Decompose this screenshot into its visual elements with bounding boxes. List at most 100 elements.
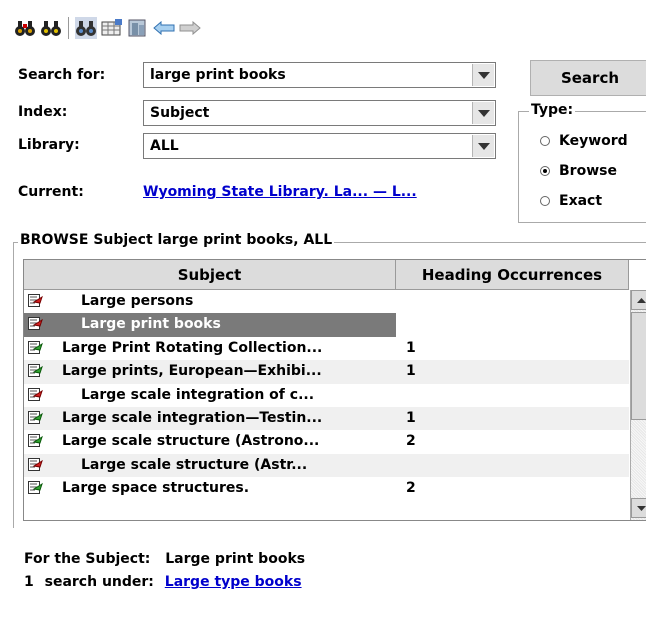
occurrences-cell[interactable]	[396, 453, 629, 478]
search-under-info: 1 search under: Large type books	[24, 574, 302, 590]
subject-cell[interactable]: Large Print Rotating Collection...	[24, 337, 396, 360]
scroll-up-button[interactable]	[631, 290, 646, 310]
subject-text: Large scale structure (Astr...	[81, 456, 308, 473]
subject-cell[interactable]: Large scale integration of c...	[24, 384, 396, 407]
occurrences-count: 1	[406, 339, 416, 356]
toolbar-separator	[68, 17, 69, 39]
subject-text: Large print books	[81, 316, 221, 333]
search-for-value[interactable]: large print books	[150, 67, 286, 83]
for-subject-value: Large print books	[165, 551, 306, 567]
table-row[interactable]: Large scale integration—Testin... 1	[24, 406, 629, 431]
search-for-combobox[interactable]: large print books	[143, 62, 496, 88]
table-row-selected[interactable]: Large print books	[24, 313, 629, 337]
subject-text: Large space structures.	[62, 480, 250, 497]
heading-icon	[28, 364, 43, 381]
radio-browse[interactable]	[540, 166, 550, 176]
map-grid-icon[interactable]	[101, 17, 123, 39]
arrow-right-icon[interactable]	[179, 17, 201, 39]
search-button[interactable]: Search	[530, 60, 646, 96]
occurrences-cell[interactable]: 2	[396, 477, 629, 501]
type-option-label: Browse	[559, 163, 617, 179]
column-header-heading-occurrences[interactable]: Heading Occurrences	[396, 260, 629, 290]
scroll-thumb[interactable]	[631, 312, 646, 420]
book-stack-icon[interactable]	[127, 17, 149, 39]
binoculars-highlight-icon[interactable]	[75, 17, 97, 39]
subject-text: Large Print Rotating Collection...	[62, 339, 323, 356]
subject-cell[interactable]: Large print books	[24, 313, 396, 336]
subject-cell[interactable]: Large prints, European—Exhibi...	[24, 360, 396, 383]
index-select[interactable]: Subject	[143, 100, 496, 126]
see-reference-icon	[28, 317, 43, 334]
occurrences-count: 1	[406, 363, 416, 380]
table-row[interactable]: Large scale structure (Astr...	[24, 453, 629, 478]
type-option-label: Exact	[559, 193, 603, 209]
browse-table: Subject Heading Occurrences Large person…	[23, 259, 646, 521]
occurrences-cell[interactable]	[396, 313, 629, 337]
arrow-left-icon[interactable]	[153, 17, 175, 39]
library-label: Library:	[18, 137, 80, 153]
type-option-keyword[interactable]: Keyword	[540, 133, 628, 149]
subject-text: Large persons	[81, 293, 194, 309]
occurrences-cell[interactable]: 1	[396, 336, 629, 361]
table-row[interactable]: Large scale structure (Astrono... 2	[24, 430, 629, 454]
subject-text: Large scale integration of c...	[81, 386, 315, 403]
browse-title: BROWSE Subject large print books, ALL	[18, 232, 335, 248]
current-library-link[interactable]: Wyoming State Library. La... — L...	[143, 184, 417, 200]
type-option-exact[interactable]: Exact	[540, 193, 602, 209]
occurrences-cell[interactable]	[396, 383, 629, 407]
search-for-label: Search for:	[18, 67, 106, 83]
see-reference-icon	[28, 457, 43, 475]
subject-cell[interactable]: Large scale structure (Astr...	[24, 454, 396, 477]
library-value[interactable]: ALL	[150, 138, 179, 154]
index-value[interactable]: Subject	[150, 105, 209, 121]
occurrences-count: 1	[406, 409, 416, 426]
see-reference-info: For the Subject: Large print books	[24, 551, 305, 567]
subject-text: Large prints, European—Exhibi...	[62, 363, 322, 380]
search-for-dropdown-icon[interactable]	[472, 64, 494, 86]
table-row[interactable]: Large scale integration of c...	[24, 383, 629, 407]
table-body: Large persons Large print books Large Prin…	[24, 290, 629, 501]
type-option-label: Keyword	[559, 133, 628, 149]
table-row[interactable]: Large prints, European—Exhibi... 1	[24, 360, 629, 384]
search-under-link[interactable]: Large type books	[165, 574, 302, 590]
subject-cell[interactable]: Large scale integration—Testin...	[24, 407, 396, 430]
for-subject-label: For the Subject:	[24, 551, 151, 567]
heading-icon	[28, 481, 43, 498]
subject-cell[interactable]: Large scale structure (Astrono...	[24, 430, 396, 453]
subject-cell[interactable]: Large space structures.	[24, 477, 396, 500]
heading-icon	[28, 340, 43, 358]
table-row[interactable]: Large Print Rotating Collection... 1	[24, 336, 629, 361]
table-row[interactable]: Large persons	[24, 290, 629, 314]
table-header: Subject Heading Occurrences	[24, 260, 629, 290]
heading-icon	[28, 434, 43, 451]
occurrences-count: 2	[406, 480, 416, 497]
occurrences-cell[interactable]: 1	[396, 360, 629, 384]
occurrences-cell[interactable]: 1	[396, 406, 629, 431]
occurrences-count: 2	[406, 433, 416, 450]
type-option-browse[interactable]: Browse	[540, 163, 617, 179]
index-label: Index:	[18, 104, 68, 120]
radio-exact[interactable]	[540, 196, 550, 206]
occurrences-cell[interactable]: 2	[396, 430, 629, 454]
radio-keyword[interactable]	[540, 136, 550, 146]
heading-icon	[28, 410, 43, 428]
column-header-subject[interactable]: Subject	[24, 260, 396, 290]
subject-text: Large scale structure (Astrono...	[62, 433, 320, 450]
toolbar	[14, 14, 201, 42]
vertical-scrollbar[interactable]	[630, 290, 646, 520]
scroll-down-button[interactable]	[631, 498, 646, 518]
search-under-label: search under:	[44, 574, 154, 590]
subject-text: Large scale integration—Testin...	[62, 409, 323, 426]
occurrences-cell[interactable]	[396, 290, 629, 314]
type-legend: Type:	[529, 102, 576, 118]
see-reference-icon	[28, 387, 43, 405]
binoculars-search-icon[interactable]	[14, 17, 36, 39]
table-row[interactable]: Large space structures. 2	[24, 477, 629, 501]
subject-cell[interactable]: Large persons	[24, 290, 396, 313]
library-select[interactable]: ALL	[143, 133, 496, 159]
current-label: Current:	[18, 184, 84, 200]
binoculars-back-icon[interactable]	[40, 17, 62, 39]
see-reference-icon	[28, 294, 43, 311]
library-dropdown-icon[interactable]	[472, 135, 494, 157]
index-dropdown-icon[interactable]	[472, 102, 494, 124]
